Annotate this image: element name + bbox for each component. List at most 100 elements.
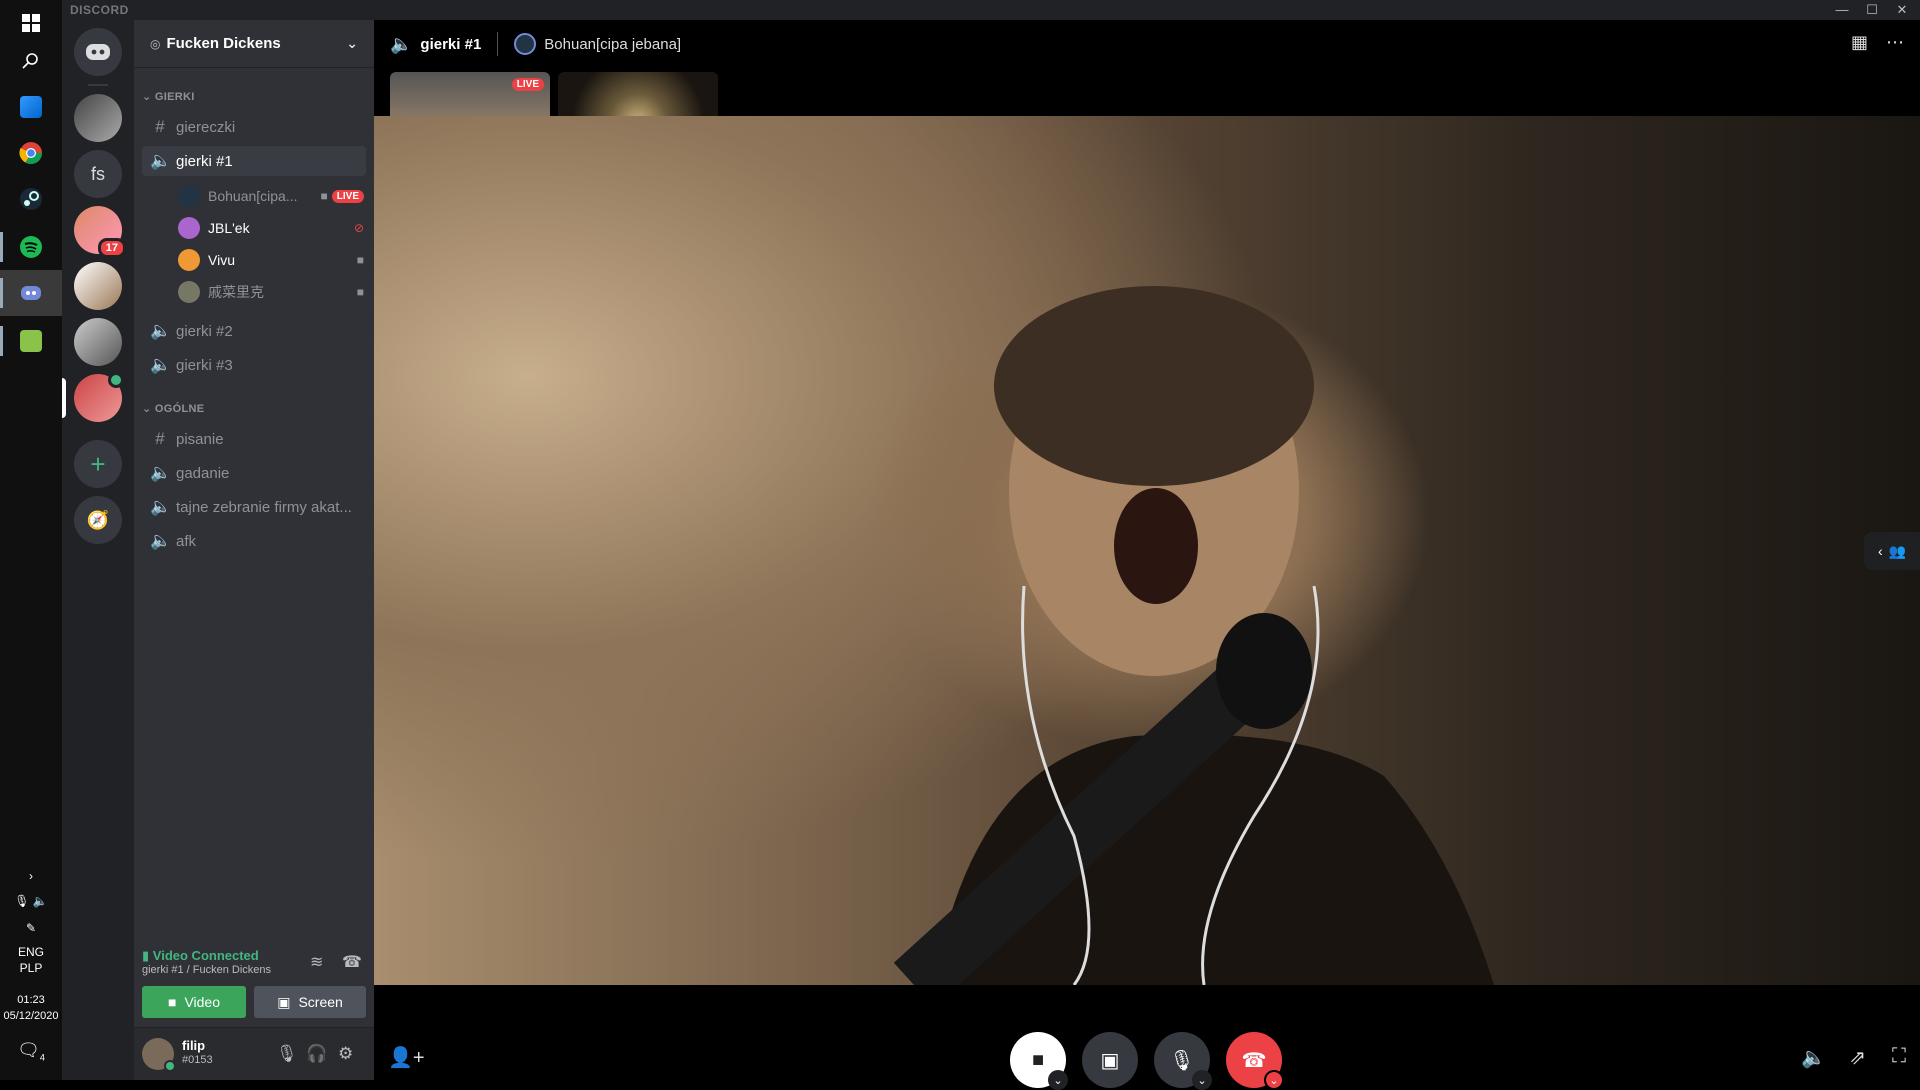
voice-user-jblek[interactable]: JBL'ek ⊘ <box>178 214 364 242</box>
voice-user-name: Bohuan[cipa... <box>208 188 298 204</box>
channel-label: afk <box>176 532 197 550</box>
screen-share-icon: ▣ <box>277 993 291 1010</box>
video-toggle-button[interactable]: ■ Video <box>142 986 246 1018</box>
server-icon-fucken-dickens[interactable] <box>62 372 124 422</box>
channel-gierki-1[interactable]: 🔈 gierki #1 <box>142 146 366 176</box>
search-button[interactable] <box>0 38 62 84</box>
disconnect-icon[interactable]: ☎ <box>342 952 362 972</box>
thumbnail-live-badge: LIVE <box>511 78 544 91</box>
selected-pill <box>62 378 66 418</box>
plus-icon: + <box>90 448 106 479</box>
pop-out-icon[interactable]: ⇗ <box>1849 1045 1866 1070</box>
voice-user-bohuan[interactable]: Bohuan[cipa... ■ LIVE <box>178 182 364 210</box>
category-gierki[interactable]: ⌄ GIERKI <box>142 90 195 103</box>
channel-gierki-2[interactable]: 🔈 gierki #2 <box>142 316 366 346</box>
connection-status[interactable]: ▮ Video Connected <box>142 948 259 964</box>
hash-icon: # <box>155 117 165 136</box>
channel-giereczki[interactable]: # giereczki <box>142 112 366 142</box>
taskbar-app-chrome[interactable] <box>0 130 62 176</box>
chevron-down-icon[interactable]: ⌄ <box>1264 1070 1284 1090</box>
camera-icon: ■ <box>320 189 328 203</box>
home-button[interactable] <box>74 28 122 76</box>
taskbar-app-android[interactable] <box>0 318 62 364</box>
user-settings-gear-icon[interactable]: ⚙ <box>338 1044 353 1064</box>
app-brand: DISCORD <box>70 3 129 17</box>
deafen-headphones-icon[interactable]: 🎧 <box>306 1044 327 1064</box>
channel-tajne-zebranie[interactable]: 🔈 tajne zebranie firmy akat... <box>142 492 366 522</box>
voice-user-4[interactable]: 戚菜里克 ■ <box>178 278 364 306</box>
server-icon-3[interactable]: 17 <box>74 206 126 258</box>
action-center-button[interactable]: 🗨4 <box>0 1040 62 1066</box>
taskbar-app-steam[interactable] <box>0 176 62 222</box>
add-server-button[interactable]: + <box>74 440 122 488</box>
speaker-icon: 🔈 <box>150 321 172 340</box>
taskbar-app-spotify[interactable] <box>0 224 62 270</box>
channel-pisanie[interactable]: # pisanie <box>142 424 366 454</box>
windows-taskbar: › 🎙 🔈 ✎ ENG PLP 01:23 05/12/2020 🗨4 <box>0 0 62 1080</box>
compass-icon: 🧭 <box>86 509 110 530</box>
video-indicator-icon <box>108 372 124 388</box>
chrome-icon <box>19 142 42 164</box>
member-list-toggle[interactable]: ‹ 👥 <box>1864 532 1920 570</box>
clock[interactable]: 01:23 05/12/2020 <box>0 992 62 1024</box>
action-center-icon: 🗨 <box>17 1040 40 1060</box>
server-icon-fs[interactable]: fs <box>74 150 122 198</box>
volume-icon[interactable]: 🔈 <box>1801 1045 1826 1070</box>
fullscreen-icon[interactable]: ⛶ <box>1892 1045 1906 1068</box>
channel-label: gadanie <box>176 464 230 482</box>
category-label: GIERKI <box>154 91 195 103</box>
server-fs-label: fs <box>90 163 105 184</box>
noise-suppression-icon[interactable]: ≋ <box>310 952 323 972</box>
streamer-name[interactable]: Bohuan[cipa jebana] <box>544 36 681 53</box>
maximize-button[interactable]: ☐ <box>1858 1 1886 19</box>
category-ogolne[interactable]: ⌄ OGÓLNE <box>142 402 204 415</box>
channel-gierki-3[interactable]: 🔈 gierki #3 <box>142 350 366 380</box>
speaker-icon: 🔈 <box>150 531 172 550</box>
voice-user-name: JBL'ek <box>208 220 250 236</box>
pen-icon[interactable]: ✎ <box>0 920 62 936</box>
server-icon-1[interactable] <box>74 94 122 142</box>
app-titlebar: DISCORD — ☐ ✕ <box>62 0 1920 20</box>
more-options-icon[interactable]: ⋯ <box>1886 32 1904 53</box>
channel-gadanie[interactable]: 🔈 gadanie <box>142 458 366 488</box>
header-divider <box>497 32 499 56</box>
user-name: filip <box>182 1038 206 1053</box>
explore-servers-button[interactable]: 🧭 <box>74 496 122 544</box>
online-status-dot <box>164 1060 176 1072</box>
mention-badge: 17 <box>97 238 126 258</box>
tray-mic-volume[interactable]: 🎙 🔈 <box>0 893 62 909</box>
close-button[interactable]: ✕ <box>1888 1 1916 19</box>
chevron-down-icon[interactable]: ⌄ <box>1048 1070 1068 1090</box>
streamer-avatar <box>514 33 537 55</box>
server-icon-5[interactable] <box>74 318 122 366</box>
focused-video-stage[interactable]: ‹ 👥 <box>374 116 1920 985</box>
hang-up-icon: ☎ <box>1241 1049 1267 1072</box>
clock-date: 05/12/2020 <box>3 1010 59 1022</box>
avatar <box>178 185 200 207</box>
minimize-button[interactable]: — <box>1828 1 1856 19</box>
mute-microphone-icon[interactable]: 🎙 <box>276 1044 298 1064</box>
camera-icon: ■ <box>356 285 364 299</box>
taskbar-app-discord[interactable] <box>0 270 62 316</box>
screen-share-button[interactable]: ▣ Screen <box>254 986 366 1018</box>
invite-user-icon[interactable]: 👤+ <box>388 1045 425 1070</box>
show-hidden-icons[interactable]: › <box>0 868 62 884</box>
windows-logo-icon <box>22 14 40 32</box>
voice-user-name: Vivu <box>208 252 235 268</box>
connection-location[interactable]: gierki #1 / Fucken Dickens <box>142 964 271 976</box>
speaker-icon: 🔈 <box>150 355 172 374</box>
language-indicator[interactable]: ENG PLP <box>0 944 62 976</box>
call-channel-title: gierki #1 <box>420 35 482 53</box>
voice-user-vivu[interactable]: Vivu ■ <box>178 246 364 274</box>
running-indicator <box>0 278 3 308</box>
guild-header[interactable]: ◎ Fucken Dickens ⌄ <box>134 20 374 68</box>
channel-afk[interactable]: 🔈 afk <box>142 526 366 556</box>
grid-view-icon[interactable]: ▦ <box>1851 32 1868 53</box>
taskbar-app-remote[interactable] <box>0 84 62 130</box>
discord-icon <box>21 286 41 300</box>
camera-icon: ■ <box>356 253 364 267</box>
server-icon-4[interactable] <box>74 262 122 310</box>
chevron-down-icon[interactable]: ⌄ <box>1192 1070 1212 1090</box>
locked-speaker-icon: 🔈 <box>150 497 172 516</box>
voice-channel-icon: 🔈 <box>390 33 413 54</box>
